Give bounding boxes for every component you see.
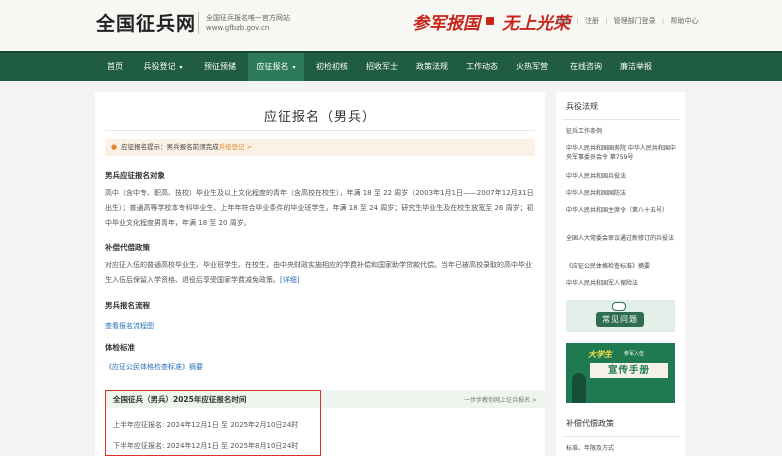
seal-icon (486, 17, 494, 25)
nav-item-sergeant[interactable]: 招收军士 (360, 53, 404, 81)
section-heading-target: 男兵应征报名对象 (105, 171, 165, 180)
sidebar-item-law[interactable]: 中华人民共和国主席令（第八十五号） (566, 206, 680, 215)
compensation-description: 对应征入伍的普通高校毕业生、毕业班学生、在校生，由中央财政实施相应的学费补偿和国… (105, 261, 532, 284)
nav-item-home[interactable]: 首页 (100, 53, 130, 81)
notice-bar: ● 应征报名提示：男兵报名前须完成兵役登记 > (105, 139, 535, 156)
faq-label: 常见问题 (596, 312, 644, 327)
sidebar-item-law[interactable]: 中华人民共和国兵役法 (566, 172, 680, 181)
brochure-banner[interactable]: 大学生 参军入伍 宣传手册 (566, 343, 675, 403)
brochure-line1: 大学生 (588, 350, 612, 359)
sidebar-item-law[interactable]: 征兵工作条例 (566, 127, 680, 136)
physical-standard-link[interactable]: 《应征公民体格检查标准》摘要 (105, 362, 203, 372)
page-title: 应征报名（男兵） (263, 110, 376, 125)
site-logo-title[interactable]: 全国征兵网 (96, 9, 196, 36)
brochure-line2: 参军入伍 (624, 351, 645, 357)
top-links: 登录 | 注册 | 管理部门登录 | 帮助中心 (556, 16, 698, 26)
site-header: 全国征兵网 全国征兵报名唯一官方网站 www.gfbzb.gov.cn 参军报国… (0, 0, 782, 51)
site-url: www.gfbzb.gov.cn (206, 24, 270, 32)
nav-item-registration[interactable]: 兵役登记 ▾ (136, 53, 190, 81)
sidebar-item-law[interactable]: 全国人大常委会审议通过新修订的兵役法 (566, 234, 680, 243)
sidebar: 兵役法规 征兵工作条例 中华人民共和国国务院 中华人民共和国中央军事委员会令 第… (556, 92, 685, 456)
highlight-frame (105, 390, 321, 456)
login-link[interactable]: 登录 (556, 17, 570, 25)
process-chart-link[interactable]: 查看报名流程图 (105, 321, 154, 331)
speech-bubble-icon (612, 302, 626, 311)
register-link[interactable]: 注册 (585, 17, 599, 25)
section-heading-compensation: 补偿代偿政策 (105, 243, 150, 252)
main-content: 应征报名（男兵） ● 应征报名提示：男兵报名前须完成兵役登记 > 男兵应征报名对象… (95, 92, 545, 456)
sidebar-item-law[interactable]: 中华人民共和国军人保险法 (566, 279, 680, 288)
notice-registration-link[interactable]: 兵役登记 > (219, 143, 253, 151)
admin-login-link[interactable]: 管理部门登录 (614, 17, 656, 25)
nav-item-prestorage[interactable]: 预征预储 (198, 53, 242, 81)
sidebar-heading-compensation: 补偿代偿政策 (566, 419, 614, 428)
link-divider: | (605, 17, 608, 25)
online-guide-link[interactable]: 一步步教你网上征兵报名 > (464, 395, 537, 404)
nav-item-enlistment[interactable]: 应征报名 ▾ (248, 53, 304, 81)
target-description: 高中（含中专、职高、技校）毕业生及以上文化程度的青年（含高校在校生），年满 18… (105, 189, 534, 227)
chevron-down-icon: ▾ (292, 64, 296, 71)
main-nav: 首页 兵役登记 ▾ 预征预储 应征报名 ▾ 初检初核 招收军士 政策法规 工作动态 … (0, 51, 782, 81)
nav-item-initial-check[interactable]: 初检初核 (310, 53, 354, 81)
site-subtitle: 全国征兵报名唯一官方网站 (206, 14, 290, 22)
link-divider: | (576, 17, 579, 25)
logo-divider (198, 12, 199, 34)
nav-item-barracks[interactable]: 火热军营 (510, 53, 554, 81)
nav-item-report[interactable]: 廉洁举报 (614, 53, 658, 81)
nav-item-news[interactable]: 工作动态 (460, 53, 504, 81)
brochure-line3: 宣传手册 (590, 363, 668, 378)
divider (562, 436, 679, 437)
sidebar-item-law[interactable]: 《应征公民体格检查标准》摘要 (566, 262, 680, 271)
nav-item-policy[interactable]: 政策法规 (410, 53, 454, 81)
section-heading-physical: 体检标准 (105, 343, 135, 352)
divider (562, 119, 679, 120)
link-divider: | (661, 17, 665, 25)
bell-icon: ● (111, 143, 118, 151)
sidebar-item-compensation[interactable]: 标准、年限及方式 (566, 444, 680, 453)
details-link[interactable]: [详细] (280, 276, 299, 284)
section-heading-process: 男兵报名流程 (105, 301, 150, 310)
soldier-figure-icon (572, 373, 586, 403)
slogan-banner: 参军报国 无上光荣 (412, 9, 570, 34)
notice-text: 应征报名提示：男兵报名前须完成 (121, 143, 219, 151)
nav-item-consult[interactable]: 在线咨询 (564, 53, 608, 81)
faq-banner[interactable]: 常见问题 (566, 300, 675, 332)
help-center-link[interactable]: 帮助中心 (670, 17, 698, 25)
chevron-down-icon: ▾ (179, 64, 183, 71)
divider (105, 130, 535, 131)
slogan-left: 参军报国 (412, 14, 480, 34)
sidebar-item-law[interactable]: 中华人民共和国国防法 (566, 189, 680, 198)
sidebar-item-law[interactable]: 中华人民共和国国务院 中华人民共和国中央军事委员会令 第759号 (566, 144, 680, 162)
sidebar-heading-laws: 兵役法规 (566, 102, 598, 111)
